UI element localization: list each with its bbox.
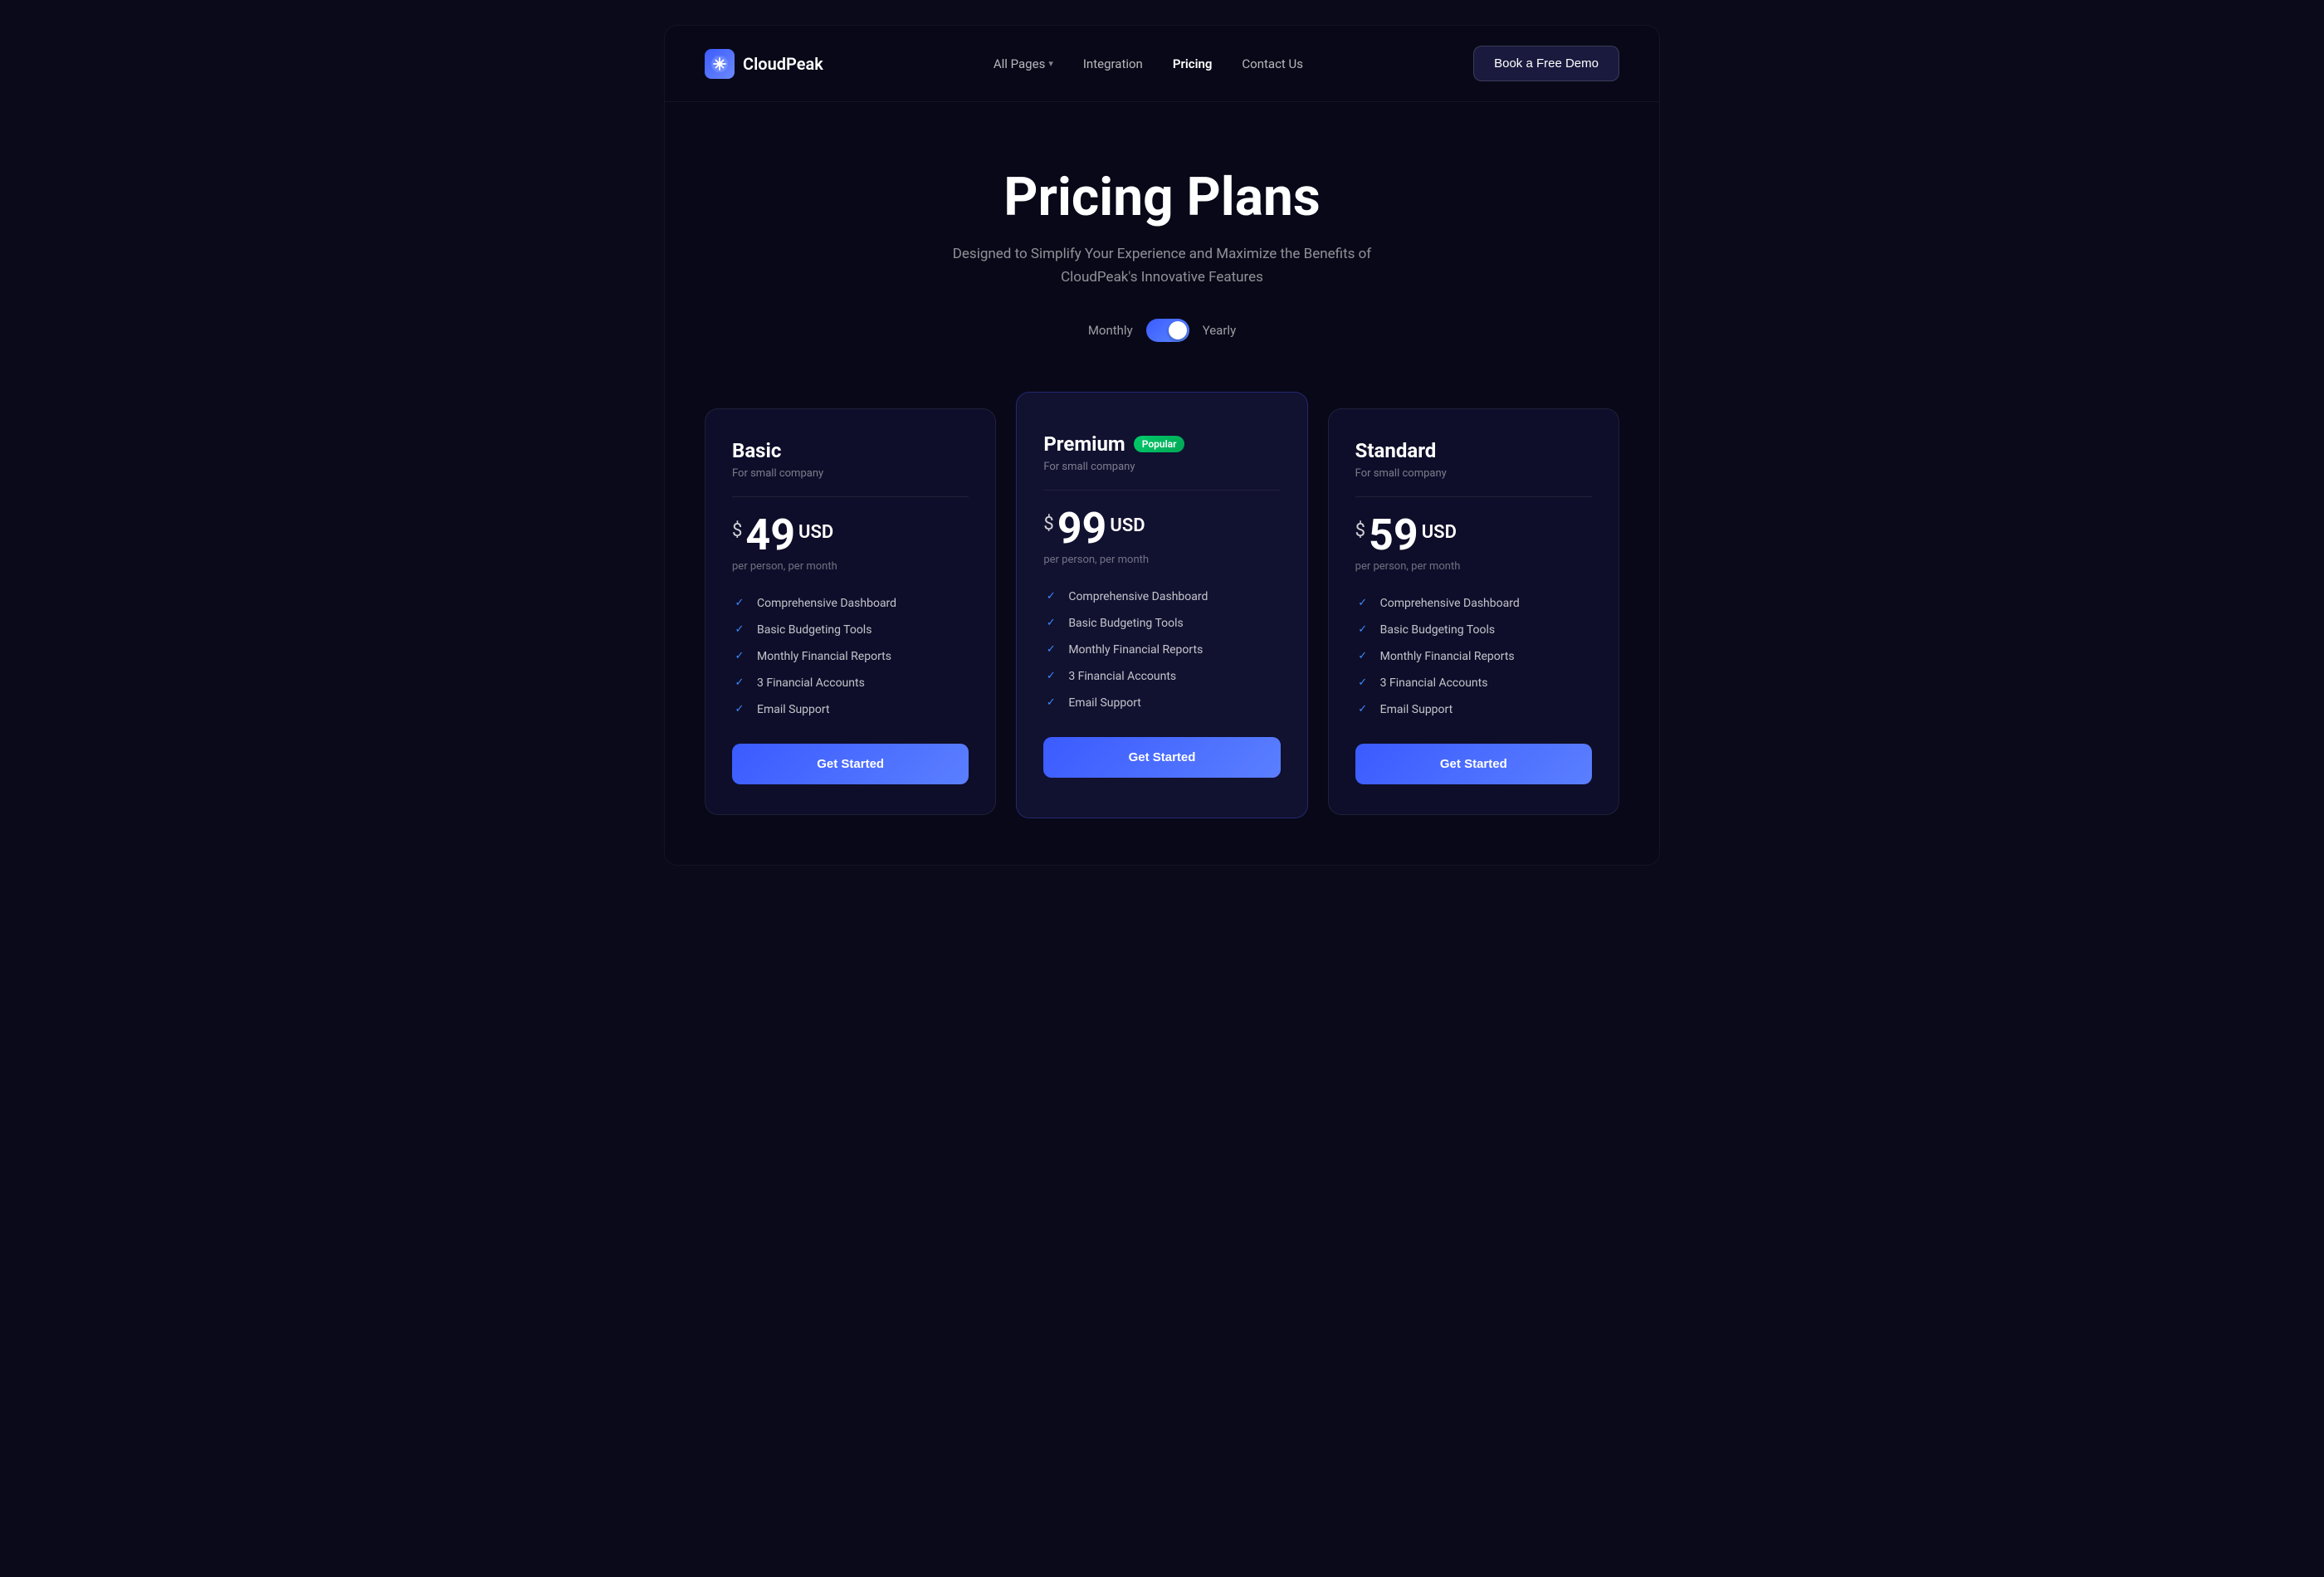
plan-header-standard: Standard For small company	[1355, 439, 1592, 480]
currency-sign-premium: $	[1043, 514, 1053, 535]
price-period-standard: per person, per month	[1355, 560, 1592, 573]
feature-item: ✓ Comprehensive Dashboard	[1355, 596, 1592, 611]
logo: CloudPeak	[705, 49, 823, 79]
currency-sign-basic: $	[732, 520, 742, 541]
plan-name-premium: Premium Popular	[1043, 432, 1280, 456]
check-icon: ✓	[1355, 622, 1370, 637]
price-period-basic: per person, per month	[732, 560, 969, 573]
feature-item: ✓ Email Support	[732, 702, 969, 717]
chevron-down-icon: ▾	[1048, 58, 1053, 69]
get-started-button-basic[interactable]: Get Started	[732, 744, 969, 784]
features-list-premium: ✓ Comprehensive Dashboard ✓ Basic Budget…	[1043, 589, 1280, 710]
brand-name: CloudPeak	[743, 54, 823, 74]
price-amount-basic: $ 49 USD	[732, 514, 969, 557]
logo-icon	[705, 49, 735, 79]
feature-item: ✓ Basic Budgeting Tools	[1043, 616, 1280, 631]
yearly-label: Yearly	[1203, 323, 1236, 338]
check-icon: ✓	[732, 676, 747, 691]
navbar: CloudPeak All Pages ▾ Integration Pricin…	[665, 26, 1659, 102]
monthly-label: Monthly	[1088, 323, 1133, 338]
features-list-standard: ✓ Comprehensive Dashboard ✓ Basic Budget…	[1355, 596, 1592, 717]
pricing-card-premium: Premium Popular For small company $ 99 U…	[1016, 392, 1307, 818]
price-currency-premium: USD	[1110, 515, 1145, 536]
feature-item: ✓ Basic Budgeting Tools	[732, 622, 969, 637]
check-icon: ✓	[732, 622, 747, 637]
plan-subtitle-basic: For small company	[732, 467, 969, 480]
nav-item-integration[interactable]: Integration	[1083, 56, 1143, 71]
page-title: Pricing Plans	[705, 168, 1619, 227]
price-currency-basic: USD	[798, 522, 833, 543]
price-currency-standard: USD	[1422, 522, 1457, 543]
price-number-premium: 99	[1057, 507, 1107, 550]
feature-item: ✓ Email Support	[1043, 696, 1280, 710]
nav-item-contact[interactable]: Contact Us	[1242, 56, 1303, 71]
plan-header-basic: Basic For small company	[732, 439, 969, 480]
check-icon: ✓	[1355, 596, 1370, 611]
plan-name-basic: Basic	[732, 439, 969, 462]
check-icon: ✓	[732, 596, 747, 611]
feature-item: ✓ 3 Financial Accounts	[1043, 669, 1280, 684]
pricing-cards: Basic For small company $ 49 USD per per…	[665, 392, 1659, 865]
feature-item: ✓ Monthly Financial Reports	[1355, 649, 1592, 664]
check-icon: ✓	[732, 702, 747, 717]
check-icon: ✓	[1355, 676, 1370, 691]
feature-item: ✓ Monthly Financial Reports	[732, 649, 969, 664]
check-icon: ✓	[1355, 702, 1370, 717]
check-icon: ✓	[1043, 616, 1058, 631]
pricing-card-standard: Standard For small company $ 59 USD per …	[1328, 408, 1619, 815]
divider-basic	[732, 496, 969, 497]
price-block-standard: $ 59 USD per person, per month	[1355, 514, 1592, 573]
book-demo-button[interactable]: Book a Free Demo	[1473, 46, 1619, 81]
currency-sign-standard: $	[1355, 520, 1365, 541]
price-period-premium: per person, per month	[1043, 554, 1280, 566]
check-icon: ✓	[1043, 642, 1058, 657]
price-amount-standard: $ 59 USD	[1355, 514, 1592, 557]
popular-badge: Popular	[1134, 436, 1185, 452]
pricing-card-basic: Basic For small company $ 49 USD per per…	[705, 408, 996, 815]
feature-item: ✓ Monthly Financial Reports	[1043, 642, 1280, 657]
feature-item: ✓ Basic Budgeting Tools	[1355, 622, 1592, 637]
nav-item-pricing[interactable]: Pricing	[1173, 56, 1213, 71]
feature-item: ✓ Comprehensive Dashboard	[1043, 589, 1280, 604]
billing-toggle[interactable]: Monthly Yearly	[705, 319, 1619, 342]
features-list-basic: ✓ Comprehensive Dashboard ✓ Basic Budget…	[732, 596, 969, 717]
check-icon: ✓	[732, 649, 747, 664]
divider-premium	[1043, 490, 1280, 491]
nav-item-all-pages[interactable]: All Pages ▾	[994, 56, 1053, 71]
check-icon: ✓	[1043, 669, 1058, 684]
divider-standard	[1355, 496, 1592, 497]
plan-header-premium: Premium Popular For small company	[1043, 432, 1280, 473]
feature-item: ✓ Email Support	[1355, 702, 1592, 717]
check-icon: ✓	[1043, 589, 1058, 604]
check-icon: ✓	[1355, 649, 1370, 664]
feature-item: ✓ 3 Financial Accounts	[1355, 676, 1592, 691]
price-number-basic: 49	[745, 514, 795, 557]
get-started-button-standard[interactable]: Get Started	[1355, 744, 1592, 784]
get-started-button-premium[interactable]: Get Started	[1043, 737, 1280, 778]
price-block-premium: $ 99 USD per person, per month	[1043, 507, 1280, 566]
check-icon: ✓	[1043, 696, 1058, 710]
plan-name-standard: Standard	[1355, 439, 1592, 462]
feature-item: ✓ Comprehensive Dashboard	[732, 596, 969, 611]
hero-subtitle: Designed to Simplify Your Experience and…	[946, 243, 1378, 288]
price-block-basic: $ 49 USD per person, per month	[732, 514, 969, 573]
nav-links: All Pages ▾ Integration Pricing Contact …	[994, 56, 1303, 71]
price-number-standard: 59	[1369, 514, 1418, 557]
billing-toggle-switch[interactable]	[1146, 319, 1189, 342]
page-wrapper: CloudPeak All Pages ▾ Integration Pricin…	[664, 25, 1660, 866]
feature-item: ✓ 3 Financial Accounts	[732, 676, 969, 691]
hero-section: Pricing Plans Designed to Simplify Your …	[665, 102, 1659, 392]
plan-subtitle-standard: For small company	[1355, 467, 1592, 480]
price-amount-premium: $ 99 USD	[1043, 507, 1280, 550]
toggle-knob	[1169, 321, 1187, 339]
plan-subtitle-premium: For small company	[1043, 461, 1280, 473]
